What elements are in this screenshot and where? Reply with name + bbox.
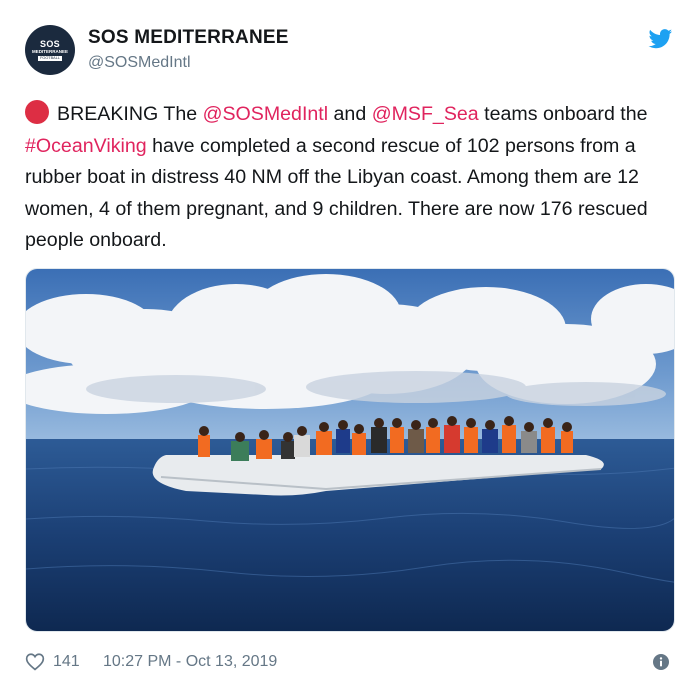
red-circle-icon: [25, 100, 49, 124]
tweet-link[interactable]: #OceanViking: [25, 135, 147, 157]
tweet-timestamp[interactable]: 10:27 PM - Oct 13, 2019: [103, 653, 277, 671]
account-name[interactable]: SOS MEDITERRANEE: [88, 27, 289, 49]
like-count[interactable]: 141: [53, 653, 80, 671]
avatar[interactable]: SOS MEDITERRANEE FOOTBALL: [25, 25, 75, 75]
tweet-footer: 141 10:27 PM - Oct 13, 2019: [25, 650, 675, 674]
tweet-text: BREAKING The @SOSMedIntl and @MSF_Sea te…: [25, 99, 675, 257]
tweet-card: SOS MEDITERRANEE FOOTBALL SOS MEDITERRAN…: [0, 0, 700, 688]
info-icon[interactable]: [653, 654, 669, 670]
avatar-text-tag: FOOTBALL: [38, 55, 62, 61]
avatar-text-sos: SOS: [40, 38, 60, 49]
tweet-text-segment: and: [328, 103, 372, 125]
heart-icon[interactable]: [25, 652, 45, 671]
avatar-text-org: MEDITERRANEE: [31, 48, 68, 54]
tweet-text-segment: BREAKING The: [57, 103, 203, 125]
tweet-photo[interactable]: [25, 268, 675, 632]
tweet-link[interactable]: @MSF_Sea: [372, 103, 479, 125]
photo-rubber-boat-rescue: [26, 269, 674, 631]
twitter-bird-icon[interactable]: [648, 29, 673, 49]
tweet-text-segment: teams onboard the: [478, 103, 648, 125]
tweet-link[interactable]: @SOSMedIntl: [203, 103, 329, 125]
account-handle[interactable]: @SOSMedIntl: [88, 54, 191, 72]
tweet-segments: BREAKING The @SOSMedIntl and @MSF_Sea te…: [25, 103, 648, 251]
